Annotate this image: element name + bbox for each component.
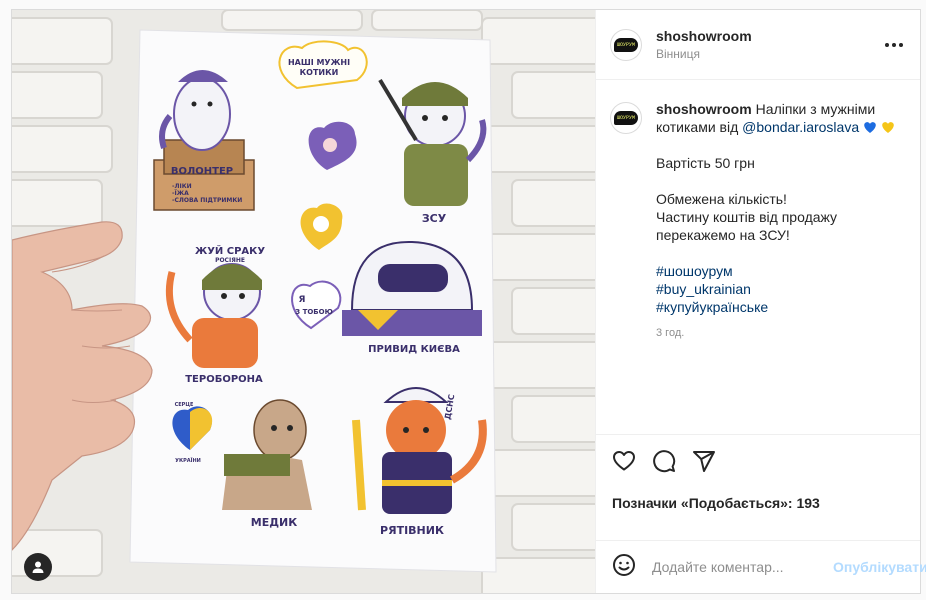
like-icon[interactable] — [612, 449, 636, 473]
caption-avatar[interactable]: ШОУРУМ — [610, 102, 642, 134]
sticker-sheet-photo: НАШІ МУЖНІ КОТИКИ ВОЛОНТЕР -ЛІКИ -ЇЖА -С… — [12, 10, 595, 593]
hashtag-link[interactable]: #шошоурум — [656, 263, 733, 279]
sticker-text-slogan-1: ЖУЙ СРАКУ — [195, 244, 265, 257]
post-panel: ШОУРУМ shoshowroom Вінниця ШОУРУМ shosho… — [595, 10, 926, 593]
sticker-text-title-2: КОТИКИ — [300, 68, 339, 77]
caption: shoshowroom Наліпки з мужніми котиками ві… — [656, 100, 906, 434]
mention-link[interactable]: @bondar.iaroslava — [742, 119, 859, 135]
sticker-text-slogan-2: РОСІЯНЕ — [215, 257, 245, 264]
sticker-text-rescuer: РЯТІВНИК — [380, 524, 444, 537]
more-options-icon[interactable] — [882, 33, 906, 57]
sticker-text-zsu: ЗСУ — [422, 212, 447, 225]
sticker-text-box-2: -ЇЖА — [172, 190, 189, 197]
sticker-text-with-you-2: З ТОБОЮ — [295, 308, 333, 316]
avatar[interactable]: ШОУРУМ — [610, 28, 642, 61]
sticker-text-ghost: ПРИВИД КИЄВА — [368, 344, 460, 355]
caption-username[interactable]: shoshowroom — [656, 101, 752, 117]
post-photo[interactable]: НАШІ МУЖНІ КОТИКИ ВОЛОНТЕР -ЛІКИ -ЇЖА -С… — [12, 10, 595, 593]
sticker-text-heart-ua-1: СЕРЦЕ — [175, 402, 194, 408]
user-icon — [32, 561, 44, 573]
post-comment-button[interactable]: Опублікувати — [833, 559, 926, 575]
sticker-text-with-you-1: Я — [299, 295, 306, 305]
hashtag-link[interactable]: #купуйукраїнське — [656, 299, 768, 315]
likes-count[interactable]: Позначки «Подобається»: 193 — [612, 495, 904, 511]
sticker-text-heart-ua-2: УКРАЇНИ — [175, 457, 201, 464]
donation-text: Частину коштів від продажу перекажемо на… — [656, 209, 838, 243]
username-link[interactable]: shoshowroom — [656, 28, 882, 44]
sticker-text-box-3: -СЛОВА ПІДТРИМКИ — [172, 197, 242, 204]
comment-icon[interactable] — [652, 449, 676, 473]
comment-input[interactable] — [652, 559, 833, 575]
sticker-text-box-1: -ЛІКИ — [172, 183, 192, 190]
tagged-users-button[interactable] — [24, 553, 52, 581]
limited-text: Обмежена кількість! — [656, 191, 787, 207]
sticker-text-volunteer: ВОЛОНТЕР — [171, 166, 233, 177]
caption-section: ШОУРУМ shoshowroom Наліпки з мужніми коти… — [596, 80, 920, 434]
price-text: Вартість 50 грн — [656, 155, 755, 171]
sticker-text-teroborona: ТЕРОБОРОНА — [185, 374, 263, 385]
yellow-heart-icon — [882, 122, 894, 133]
hashtag-link[interactable]: #buy_ukrainian — [656, 281, 751, 297]
comment-box: Опублікувати — [596, 540, 926, 593]
header-meta: shoshowroom Вінниця — [656, 28, 882, 61]
post-timestamp[interactable]: 3 год. — [656, 324, 906, 342]
post-actions: Позначки «Подобається»: 193 — [596, 434, 920, 540]
share-icon[interactable] — [692, 449, 716, 473]
avatar-logo: ШОУРУМ — [614, 111, 638, 125]
avatar-logo: ШОУРУМ — [614, 37, 638, 52]
location-link[interactable]: Вінниця — [656, 47, 882, 61]
emoji-icon[interactable] — [612, 553, 636, 582]
sticker-text-medic: МЕДИК — [251, 516, 297, 529]
blue-heart-icon — [864, 122, 876, 133]
post-header: ШОУРУМ shoshowroom Вінниця — [596, 10, 920, 80]
post-modal: НАШІ МУЖНІ КОТИКИ ВОЛОНТЕР -ЛІКИ -ЇЖА -С… — [11, 9, 926, 594]
sticker-text-title-1: НАШІ МУЖНІ — [288, 58, 350, 67]
